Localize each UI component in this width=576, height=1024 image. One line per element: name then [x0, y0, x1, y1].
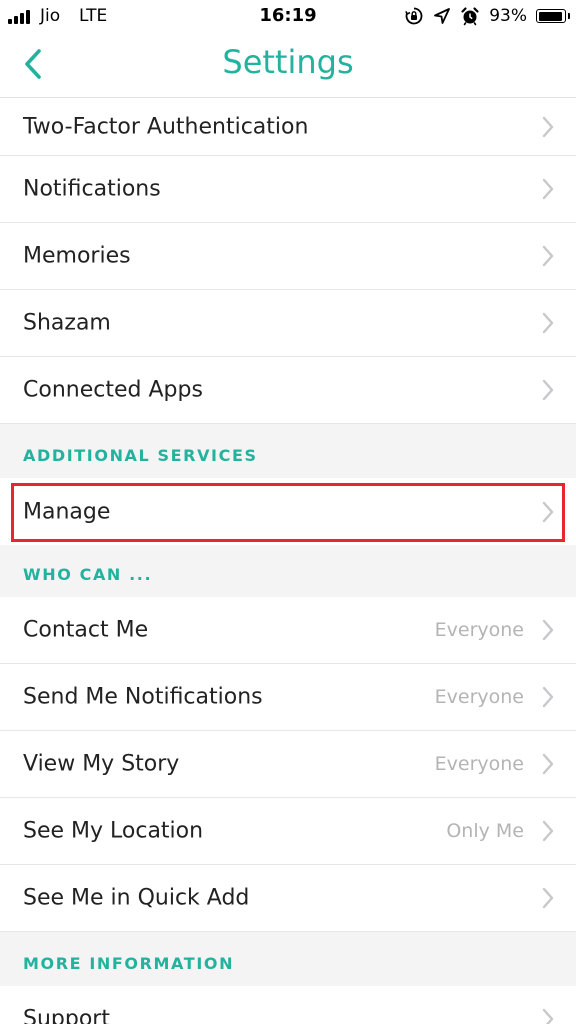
- section-title: MORE INFORMATION: [23, 954, 235, 973]
- battery-percent: 93%: [489, 6, 527, 26]
- row-label: See Me in Quick Add: [23, 885, 250, 911]
- row-label: Two-Factor Authentication: [23, 114, 309, 139]
- alarm-icon: [461, 7, 479, 26]
- row-label: Support: [23, 1006, 110, 1024]
- chevron-right-icon: [542, 379, 554, 401]
- row-value: Only Me: [446, 820, 524, 842]
- section-header-additional-services: ADDITIONAL SERVICES: [0, 424, 576, 478]
- chevron-right-icon: [542, 1008, 554, 1024]
- chevron-right-icon: [542, 820, 554, 842]
- settings-row-support[interactable]: Support: [0, 986, 576, 1024]
- screen: Jio LTE 16:19 93% Settings Two-Factor Au…: [0, 0, 576, 1024]
- chevron-right-icon: [542, 178, 554, 200]
- row-value: Everyone: [434, 753, 524, 775]
- chevron-right-icon: [542, 245, 554, 267]
- page-title: Settings: [222, 43, 354, 81]
- settings-row-connected-apps[interactable]: Connected Apps: [0, 357, 576, 424]
- row-value: Everyone: [434, 619, 524, 641]
- row-label: See My Location: [23, 818, 204, 844]
- settings-row-view-my-story[interactable]: View My Story Everyone: [0, 731, 576, 798]
- chevron-right-icon: [542, 887, 554, 909]
- row-label: View My Story: [23, 751, 180, 777]
- row-value: Everyone: [434, 686, 524, 708]
- section-header-more-information: MORE INFORMATION: [0, 932, 576, 986]
- row-label: Send Me Notifications: [23, 684, 263, 710]
- settings-row-see-me-in-quick-add[interactable]: See Me in Quick Add: [0, 865, 576, 932]
- row-label: Notifications: [23, 176, 161, 202]
- settings-row-shazam[interactable]: Shazam: [0, 290, 576, 357]
- nav-bar: Settings: [0, 32, 576, 98]
- chevron-right-icon: [542, 619, 554, 641]
- orientation-lock-icon: [405, 7, 423, 25]
- row-label: Memories: [23, 243, 131, 269]
- settings-list: Two-Factor Authentication Notifications …: [0, 98, 576, 1024]
- settings-row-two-factor[interactable]: Two-Factor Authentication: [0, 98, 576, 156]
- chevron-right-icon: [542, 116, 554, 137]
- status-bar: Jio LTE 16:19 93%: [0, 0, 576, 32]
- settings-row-see-my-location[interactable]: See My Location Only Me: [0, 798, 576, 865]
- row-label: Connected Apps: [23, 377, 203, 403]
- chevron-right-icon: [542, 501, 554, 522]
- row-label: Shazam: [23, 310, 111, 336]
- chevron-right-icon: [542, 686, 554, 708]
- section-header-who-can: WHO CAN ...: [0, 545, 576, 597]
- section-title: WHO CAN ...: [23, 565, 153, 584]
- chevron-right-icon: [542, 312, 554, 334]
- chevron-right-icon: [542, 753, 554, 775]
- battery-icon: [536, 9, 570, 23]
- row-label: Contact Me: [23, 617, 149, 643]
- status-icons: 93%: [404, 4, 570, 28]
- settings-row-send-me-notifications[interactable]: Send Me Notifications Everyone: [0, 664, 576, 731]
- settings-row-notifications[interactable]: Notifications: [0, 156, 576, 223]
- settings-row-memories[interactable]: Memories: [0, 223, 576, 290]
- location-arrow-icon: [434, 8, 451, 24]
- section-title: ADDITIONAL SERVICES: [23, 446, 258, 465]
- row-label: Manage: [23, 499, 111, 524]
- settings-row-manage[interactable]: Manage: [0, 478, 576, 545]
- settings-row-contact-me[interactable]: Contact Me Everyone: [0, 597, 576, 664]
